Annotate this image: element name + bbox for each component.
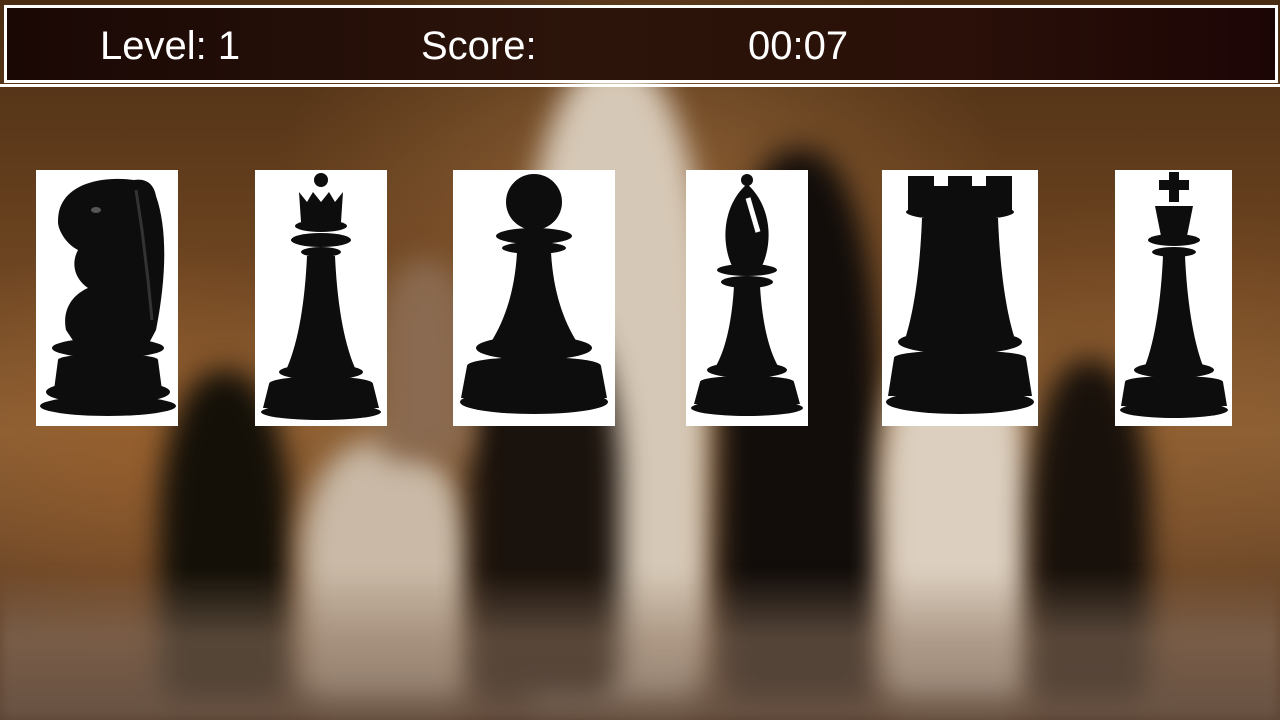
king-icon: [1120, 172, 1228, 418]
rook-icon: [886, 176, 1034, 414]
queen-icon: [261, 173, 381, 420]
card-pawn[interactable]: [453, 170, 615, 426]
score-display: Score:: [421, 24, 537, 68]
hud-divider: [0, 84, 1280, 87]
card-king[interactable]: [1115, 170, 1232, 426]
bishop-icon: [691, 174, 803, 416]
level-display: Level: 1: [100, 24, 240, 68]
card-rook[interactable]: [882, 170, 1038, 426]
pawn-icon: [460, 174, 608, 414]
level-label: Level:: [100, 24, 207, 68]
score-label: Score:: [421, 24, 537, 68]
card-bishop[interactable]: [686, 170, 808, 426]
knight-icon: [40, 178, 176, 416]
card-queen[interactable]: [255, 170, 387, 426]
card-knight[interactable]: [36, 170, 178, 426]
blurred-chess-background: [0, 0, 1280, 720]
level-value: 1: [217, 24, 241, 68]
timer-display: 00:07: [748, 24, 849, 68]
game-screen: Level: 1 Score: 00:07: [0, 0, 1280, 720]
